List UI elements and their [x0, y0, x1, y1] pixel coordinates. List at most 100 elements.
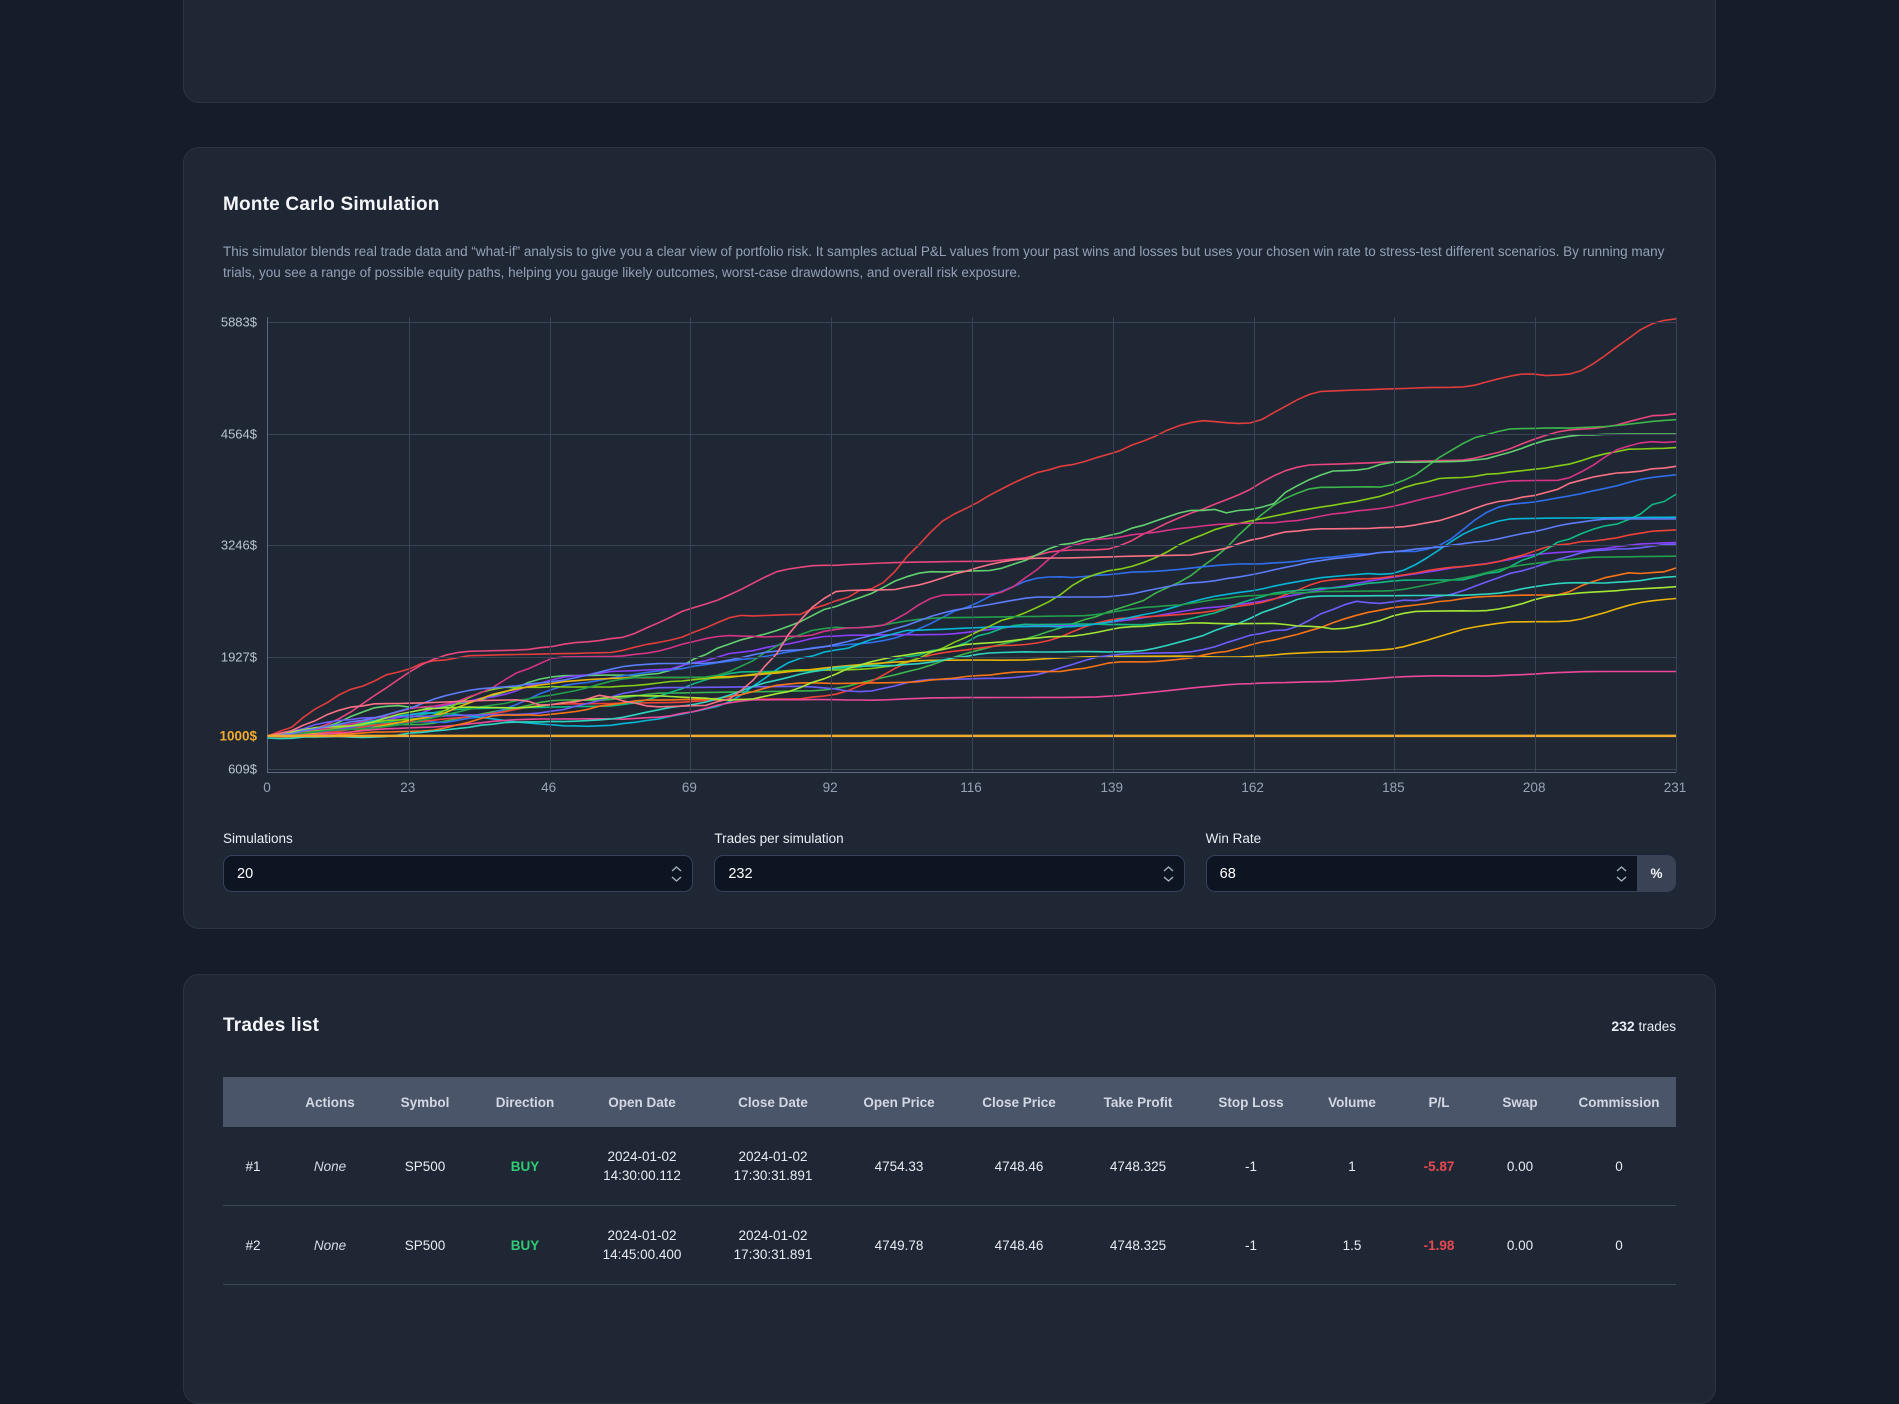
stop-loss-cell: -1: [1244, 1158, 1257, 1174]
win-rate-label: Win Rate: [1205, 831, 1262, 846]
take-profit-cell: 4748.325: [1109, 1237, 1167, 1253]
commission-cell: 0: [1615, 1237, 1623, 1253]
column-header: Take Profit: [1103, 1094, 1173, 1110]
chevron-up-icon: [1163, 865, 1174, 872]
close-date-cell: 2024-01-02 17:30:31.891: [733, 1228, 813, 1262]
y-tick-label: 5883$: [220, 314, 257, 330]
monte-carlo-description: This simulator blends real trade data an…: [223, 244, 1665, 280]
commission-cell: 0: [1615, 1158, 1623, 1174]
previous-card-partial: [183, 0, 1716, 103]
x-tick-label: 162: [1241, 780, 1264, 795]
column-header: Close Price: [982, 1094, 1056, 1110]
open-date-cell: 2024-01-02 14:30:00.112: [603, 1149, 681, 1183]
chevron-down-icon: [1616, 875, 1627, 882]
win-rate-field: Win Rate %: [1205, 831, 1676, 892]
x-tick-label: 231: [1663, 780, 1687, 795]
column-header: Stop Loss: [1218, 1094, 1284, 1110]
x-tick-label: 116: [960, 780, 982, 795]
simulations-control: [223, 855, 694, 892]
simulations-stepper[interactable]: [671, 865, 682, 882]
x-tick-label: 46: [541, 780, 557, 795]
column-header: Open Date: [608, 1094, 676, 1110]
column-header: Actions: [305, 1094, 355, 1110]
horizontal-gridline: [268, 545, 1676, 547]
row-id: #1: [245, 1158, 261, 1174]
trades-count-number: 232: [1611, 1018, 1635, 1034]
direction-cell: BUY: [510, 1237, 540, 1253]
x-axis-labels: 0 23 46 69 92 116 139 162 185 208 231: [263, 773, 1686, 803]
y-tick-baseline-label: 1000$: [219, 728, 257, 744]
symbol-cell: SP500: [404, 1237, 446, 1253]
monte-carlo-card: Monte Carlo Simulation This simulator bl…: [183, 147, 1716, 929]
pl-cell: -5.87: [1423, 1158, 1455, 1174]
close-date-cell: 2024-01-02 17:30:31.891: [733, 1149, 813, 1183]
stop-loss-cell: -1: [1244, 1237, 1257, 1253]
chart-plot-area: [267, 317, 1677, 773]
symbol-cell: SP500: [404, 1158, 446, 1174]
x-tick-label: 208: [1522, 780, 1546, 795]
take-profit-cell: 4748.325: [1109, 1158, 1167, 1174]
simulation-inputs: Simulations Trades per simulation: [223, 831, 1676, 892]
vertical-gridline: [1676, 317, 1677, 772]
trades-count: 232 trades: [1611, 1018, 1676, 1034]
page: Monte Carlo Simulation This simulator bl…: [183, 0, 1716, 1404]
simulations-label: Simulations: [223, 831, 293, 846]
x-tick-label: 23: [400, 780, 416, 795]
column-header: Swap: [1502, 1094, 1538, 1110]
open-price-cell: 4749.78: [874, 1237, 924, 1253]
simulations-field: Simulations: [223, 831, 694, 892]
trades-per-simulation-label: Trades per simulation: [714, 831, 844, 846]
chevron-down-icon: [671, 875, 682, 882]
column-header: Direction: [495, 1094, 555, 1110]
column-header: P/L: [1428, 1094, 1450, 1110]
simulations-input[interactable]: [223, 855, 694, 892]
chevron-up-icon: [671, 865, 682, 872]
x-tick-label: 92: [822, 780, 838, 795]
trades-count-suffix: trades: [1634, 1019, 1676, 1034]
actions-cell: None: [313, 1158, 347, 1174]
monte-carlo-chart: 5883$ 4564$ 3246$ 1927$ 1000$ 609$ 0 23 46 69 92 1…: [219, 314, 1686, 803]
swap-cell: 0.00: [1506, 1158, 1534, 1174]
trades-list-card: Trades list 232 trades Actions Symbol Dire…: [183, 974, 1716, 1404]
x-tick-label: 69: [681, 780, 697, 795]
y-tick-label: 609$: [228, 761, 257, 777]
chevron-down-icon: [1163, 875, 1174, 882]
win-rate-input[interactable]: [1205, 855, 1638, 892]
volume-cell: 1: [1348, 1158, 1356, 1174]
x-tick-label: 0: [263, 780, 271, 795]
open-price-cell: 4754.33: [874, 1158, 924, 1174]
column-header: Volume: [1328, 1094, 1376, 1110]
open-date-cell: 2024-01-02 14:45:00.400: [602, 1228, 682, 1262]
column-header: Open Price: [863, 1094, 935, 1110]
y-tick-label: 4564$: [220, 426, 257, 442]
pl-cell: -1.98: [1423, 1237, 1455, 1253]
direction-cell: BUY: [510, 1158, 540, 1174]
trades-per-simulation-stepper[interactable]: [1163, 865, 1174, 882]
win-rate-control: %: [1205, 855, 1676, 892]
column-header: Symbol: [400, 1094, 450, 1110]
close-price-cell: 4748.46: [994, 1237, 1044, 1253]
column-header: Commission: [1578, 1094, 1660, 1110]
y-axis-labels: 5883$ 4564$ 3246$ 1927$ 1000$ 609$: [219, 314, 263, 776]
x-tick-label: 185: [1382, 780, 1405, 795]
trades-per-simulation-field: Trades per simulation: [714, 831, 1185, 892]
win-rate-stepper[interactable]: [1616, 865, 1627, 882]
volume-cell: 1.5: [1342, 1237, 1362, 1253]
trades-per-simulation-control: [714, 855, 1185, 892]
horizontal-gridline: [268, 433, 1676, 435]
trades-list-title: Trades list: [223, 1015, 320, 1036]
column-header: Close Date: [738, 1094, 808, 1110]
trades-per-simulation-input[interactable]: [714, 855, 1185, 892]
swap-cell: 0.00: [1506, 1237, 1534, 1253]
close-price-cell: 4748.46: [994, 1158, 1044, 1174]
horizontal-gridline: [268, 321, 1676, 323]
table-row: #1 None SP500 BUY 2024-01-02 14:30:00.112 2024…: [223, 1127, 1676, 1206]
y-tick-label: 3246$: [220, 537, 257, 553]
chevron-up-icon: [1616, 865, 1627, 872]
monte-carlo-title: Monte Carlo Simulation: [223, 194, 440, 215]
row-id: #2: [245, 1237, 261, 1253]
table-row: #2 None SP500 BUY 2024-01-02 14:45:00.400 2024…: [223, 1206, 1676, 1285]
actions-cell: None: [313, 1237, 347, 1253]
percent-addon: %: [1638, 855, 1676, 892]
trades-table: Actions Symbol Direction Open Date Close Dat…: [223, 1077, 1676, 1285]
